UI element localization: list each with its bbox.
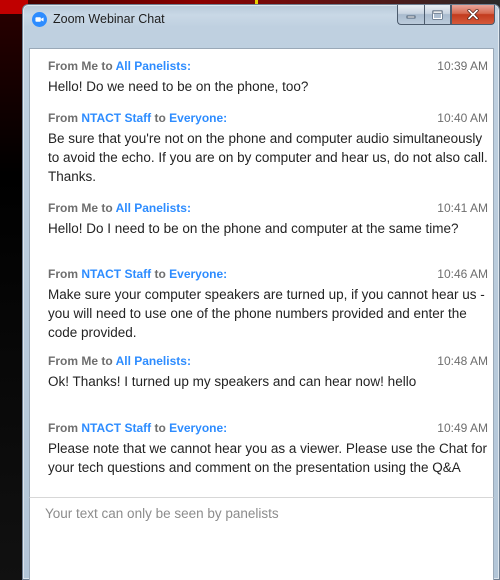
close-button[interactable] — [451, 5, 495, 25]
desktop-background-left — [0, 0, 22, 580]
message-text: Make sure your computer speakers are tur… — [48, 287, 485, 340]
message-time: 10:40 AM — [437, 111, 488, 125]
message-sender: NTACT Staff — [81, 421, 152, 435]
minimize-button[interactable] — [397, 5, 424, 25]
message-connector: to — [101, 201, 113, 215]
maximize-icon — [432, 10, 443, 19]
message-recipient: All Panelists: — [115, 354, 191, 368]
message-recipient: All Panelists: — [115, 59, 191, 73]
message-text: Ok! Thanks! I turned up my speakers and … — [48, 374, 417, 389]
chat-message: From Me to All Panelists: 10:48 AM Ok! T… — [48, 354, 488, 391]
message-recipient: Everyone: — [169, 421, 228, 435]
message-connector: to — [101, 59, 113, 73]
message-time: 10:41 AM — [437, 201, 488, 215]
message-sender: Me — [81, 201, 99, 215]
window-title: Zoom Webinar Chat — [53, 12, 165, 26]
message-connector: to — [101, 354, 113, 368]
chat-message: From NTACT Staff to Everyone: 10:46 AM M… — [48, 267, 488, 342]
message-recipient: Everyone: — [169, 111, 228, 125]
message-sender: Me — [81, 59, 99, 73]
chat-message: From Me to All Panelists: 10:39 AM Hello… — [48, 59, 488, 96]
close-icon — [467, 9, 479, 20]
message-connector: to — [154, 267, 166, 281]
message-connector: to — [154, 111, 166, 125]
message-sender: NTACT Staff — [81, 267, 152, 281]
message-header: From NTACT Staff to Everyone: 10:46 AM — [48, 267, 488, 281]
window-controls — [397, 5, 495, 25]
chat-message: From NTACT Staff to Everyone: 10:49 AM P… — [48, 421, 488, 477]
minimize-icon — [406, 15, 416, 18]
message-time: 10:46 AM — [437, 267, 488, 281]
message-time: 10:48 AM — [437, 354, 488, 368]
message-sender: Me — [81, 354, 99, 368]
message-text: Hello! Do we need to be on the phone, to… — [48, 79, 309, 94]
maximize-button[interactable] — [424, 5, 451, 25]
message-header: From Me to All Panelists: 10:41 AM — [48, 201, 488, 215]
message-time: 10:49 AM — [437, 421, 488, 435]
chat-message-list[interactable]: From Me to All Panelists: 10:39 AM Hello… — [29, 48, 494, 497]
message-header: From NTACT Staff to Everyone: 10:49 AM — [48, 421, 488, 435]
message-text: Be sure that you're not on the phone and… — [48, 131, 488, 184]
message-text: Hello! Do I need to be on the phone and … — [48, 221, 459, 236]
message-sender: NTACT Staff — [81, 111, 152, 125]
title-bar[interactable]: Zoom Webinar Chat — [23, 5, 499, 33]
message-text: Please note that we cannot hear you as a… — [48, 441, 488, 475]
chat-window: Zoom Webinar Chat From Me to All Panelis… — [22, 4, 500, 580]
message-header: From Me to All Panelists: 10:48 AM — [48, 354, 488, 368]
message-time: 10:39 AM — [437, 59, 488, 73]
message-recipient: Everyone: — [169, 267, 228, 281]
chat-message: From Me to All Panelists: 10:41 AM Hello… — [48, 201, 488, 238]
message-header: From Me to All Panelists: 10:39 AM — [48, 59, 488, 73]
chat-message: From NTACT Staff to Everyone: 10:40 AM B… — [48, 111, 488, 186]
message-recipient: All Panelists: — [115, 201, 191, 215]
chat-input-area — [29, 497, 494, 580]
message-header: From NTACT Staff to Everyone: 10:40 AM — [48, 111, 488, 125]
chat-message-input[interactable] — [30, 498, 493, 580]
message-connector: to — [154, 421, 166, 435]
zoom-camera-icon — [32, 12, 47, 27]
